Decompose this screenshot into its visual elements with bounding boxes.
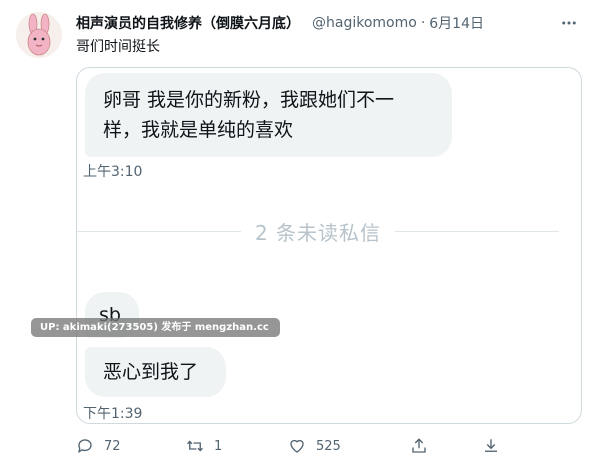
message-text-line: 卵哥 我是你的新粉，我跟她们不一	[103, 89, 395, 111]
divider-line	[77, 230, 241, 232]
message-text-line: 样，我就是单纯的喜欢	[103, 119, 294, 141]
message-timestamp: 下午1:39	[83, 406, 143, 422]
unread-divider: 2 条未读私信	[77, 216, 581, 246]
more-icon[interactable]	[560, 14, 578, 32]
message-bubble: 恶心到我了	[85, 347, 226, 397]
tweet-text: 哥们时间挺长	[76, 39, 160, 55]
avatar-bunny-icon	[16, 12, 62, 58]
reply-count: 72	[104, 438, 121, 454]
divider-line	[395, 230, 559, 232]
reply-button[interactable]: 72	[76, 434, 121, 458]
retweet-icon	[187, 440, 203, 452]
avatar[interactable]	[16, 12, 62, 58]
tweet-actions: 72 1 525	[76, 434, 516, 458]
unread-divider-label: 2 条未读私信	[254, 220, 382, 245]
tweet-media-image[interactable]: 卵哥 我是你的新粉，我跟她们不一 样，我就是单纯的喜欢 上午3:10 2 条未读…	[76, 67, 582, 424]
message-timestamp: 上午3:10	[83, 164, 143, 180]
download-icon	[485, 439, 497, 452]
download-button[interactable]	[482, 434, 500, 458]
like-count: 525	[316, 438, 341, 454]
like-icon	[290, 439, 304, 453]
share-icon	[412, 438, 426, 453]
share-button[interactable]	[410, 434, 428, 458]
author-handle[interactable]: @hagikomomo	[312, 15, 417, 31]
separator-dot: ·	[420, 15, 426, 31]
retweet-button[interactable]: 1	[186, 434, 222, 458]
like-button[interactable]: 525	[288, 434, 341, 458]
message-bubble: 卵哥 我是你的新粉，我跟她们不一 样，我就是单纯的喜欢	[85, 73, 452, 157]
tweet-date[interactable]: 6月14日	[429, 13, 484, 33]
tweet-header: 相声演员的自我修养（倒膜六月底） @hagikomomo · 6月14日	[76, 12, 586, 34]
watermark: UP: akimaki(273505) 发布于 mengzhan.cc	[31, 318, 280, 337]
author-name[interactable]: 相声演员的自我修养（倒膜六月底）	[76, 13, 300, 33]
reply-icon	[78, 439, 92, 453]
retweet-count: 1	[214, 438, 223, 454]
